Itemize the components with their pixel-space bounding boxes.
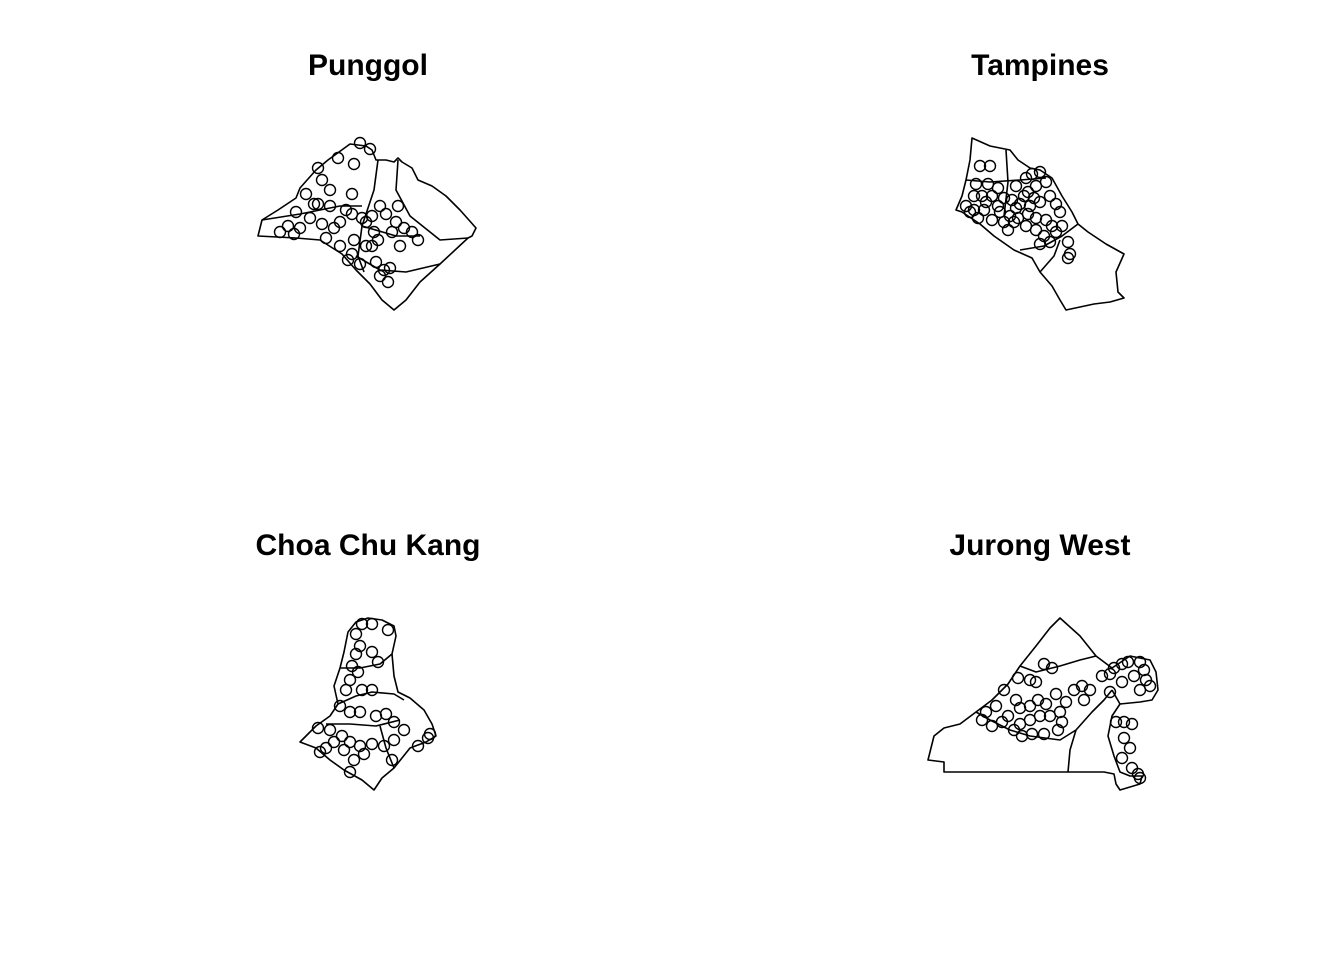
point-choa-chu-kang [345,659,359,673]
point-choa-chu-kang [347,753,361,767]
point-punggol [289,205,303,219]
point-jurong-west [1011,671,1025,685]
planning-area-boundaries [257,137,1159,791]
point-punggol [273,225,287,239]
map-svg [257,136,1159,791]
point-punggol [393,239,407,253]
map-grid: Punggol Tampines Choa Chu Kang Jurong We… [0,0,1344,960]
point-punggol [303,211,317,225]
point-jurong-west [1125,761,1139,775]
point-punggol [331,151,345,165]
boundary-tampines [955,137,1125,311]
point-punggol [373,199,387,213]
subzone-line [395,159,469,241]
point-choa-chu-kang [343,735,357,749]
point-punggol [327,221,341,235]
point-jurong-west [1029,675,1043,689]
point-jurong-west [989,699,1003,713]
point-choa-chu-kang [323,723,337,737]
point-choa-chu-kang [381,623,395,637]
point-choa-chu-kang [337,743,351,757]
subzone-line [355,255,441,273]
point-jurong-west [997,683,1011,697]
point-jurong-west [1023,673,1037,687]
point-jurong-west [1025,727,1039,741]
point-punggol [315,173,329,187]
point-choa-chu-kang [335,729,349,743]
point-jurong-west [1115,751,1129,765]
point-punggol [391,199,405,213]
point-jurong-west [1049,687,1063,701]
point-choa-chu-kang [327,735,341,749]
point-punggol [299,187,313,201]
point-jurong-west [1127,669,1141,683]
point-punggol [319,231,333,245]
point-punggol [323,199,337,213]
point-punggol [347,157,361,171]
point-tampines [991,181,1005,195]
point-punggol [293,221,307,235]
point-jurong-west [1095,669,1109,683]
point-jurong-west [1123,741,1137,755]
point-punggol [365,209,379,223]
point-jurong-west [1115,675,1129,689]
point-jurong-west [1059,695,1073,709]
point-punggol [347,233,361,247]
point-choa-chu-kang [369,709,383,723]
point-punggol [323,183,337,197]
point-tampines [1039,213,1053,227]
point-punggol [281,219,295,233]
point-jurong-west [1117,715,1131,729]
point-tampines [1029,179,1043,193]
point-punggol [333,239,347,253]
subzone-line [357,159,379,273]
point-choa-chu-kang [339,683,353,697]
point-jurong-west [1013,717,1027,731]
boundary-choa-chu-kang [299,617,437,791]
point-tampines [985,213,999,227]
point-tampines [991,199,1005,213]
point-punggol [333,215,347,229]
point-punggol [381,275,395,289]
point-choa-chu-kang [423,727,437,741]
point-jurong-west [1023,699,1037,713]
subzone-line [1039,239,1061,273]
point-tampines [1043,189,1057,203]
point-punggol [379,207,393,221]
point-jurong-west [1077,693,1091,707]
point-punggol [385,225,399,239]
point-jurong-west [1133,683,1147,697]
subzone-line [337,691,405,705]
point-jurong-west [1015,729,1029,743]
boundary-jurong-west [927,617,1159,791]
point-punggol [315,217,329,231]
subzone-line [340,653,393,669]
point-punggol [345,187,359,201]
point-choa-chu-kang [349,627,363,641]
subzone-line [1019,655,1097,673]
point-punggol [353,136,367,150]
point-tampines [1061,251,1075,265]
point-tampines [1029,223,1043,237]
point-choa-chu-kang [387,733,401,747]
subzone-line [1067,729,1077,773]
point-tampines [997,191,1011,205]
point-tampines [1061,235,1075,249]
point-jurong-west [1125,717,1139,731]
point-tampines [1009,179,1023,193]
point-markers [273,136,1157,785]
point-choa-chu-kang [365,737,379,751]
point-punggol [383,261,397,275]
subzone-line [1003,149,1009,217]
point-jurong-west [1001,709,1015,723]
point-jurong-west [1117,731,1131,745]
point-choa-chu-kang [397,723,411,737]
point-choa-chu-kang [365,645,379,659]
